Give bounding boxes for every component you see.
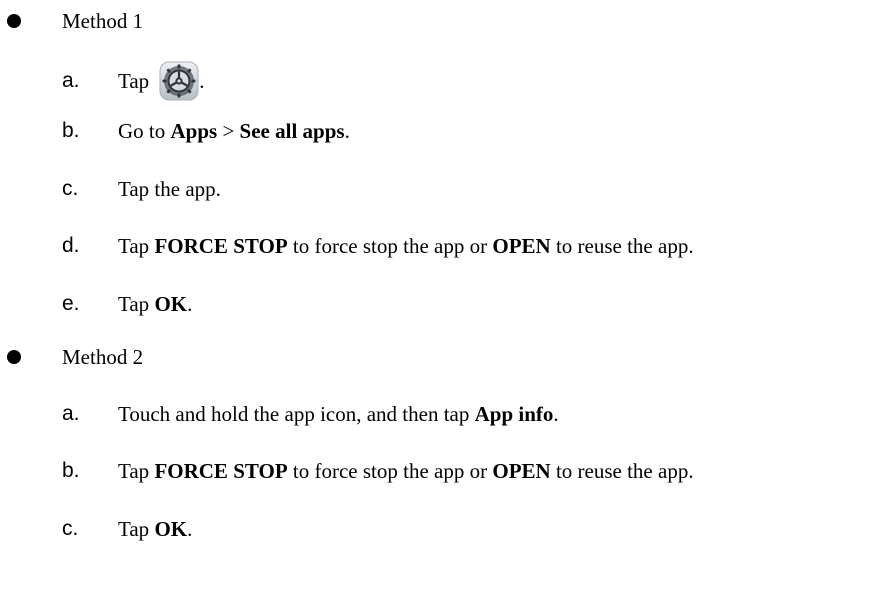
step-text-part: Tap <box>118 516 155 541</box>
step-text-part: Tap <box>118 291 155 316</box>
step-text-bold: OPEN <box>492 458 551 483</box>
step-letter: d. <box>62 234 80 257</box>
step-letter: a. <box>62 69 80 92</box>
step-text-bold: Apps <box>170 118 218 143</box>
step-text-part: . <box>199 68 205 93</box>
step-text: Tap OK . <box>118 292 192 317</box>
step-letter: a. <box>62 402 80 425</box>
step-text: Tap the app. <box>118 177 221 202</box>
step-letter: b. <box>62 119 80 142</box>
step-text-bold: OK <box>154 516 188 541</box>
bullet-icon <box>7 14 21 28</box>
method-1-label: Method 1 <box>62 8 144 33</box>
document-page: Method 1 a. Tap . b. Go to Apps > See al… <box>0 0 890 593</box>
step-text: Go to Apps > See all apps . <box>118 119 350 144</box>
step-text-part: Touch and hold the app icon, and then ta… <box>118 401 475 426</box>
step-text-part: . <box>344 118 350 143</box>
step-text-part: Go to <box>118 118 171 143</box>
step-text-part: > <box>217 118 240 143</box>
step-text: Tap OK . <box>118 517 192 542</box>
step-text-part: Tap <box>118 458 155 483</box>
bullet-icon <box>7 350 21 364</box>
step-letter: b. <box>62 459 80 482</box>
step-text-bold: App info <box>474 401 554 426</box>
step-letter: c. <box>62 177 79 200</box>
step-text: Touch and hold the app icon, and then ta… <box>118 402 559 427</box>
step-text-bold: OPEN <box>492 233 551 258</box>
step-text-part: to reuse the app. <box>550 233 694 258</box>
step-text-part: Tap <box>118 233 155 258</box>
step-text-part: . <box>187 516 193 541</box>
step-text-part: to force stop the app or <box>287 233 493 258</box>
method-2-label: Method 2 <box>62 344 144 369</box>
step-text: Tap FORCE STOP to force stop the app or … <box>118 234 694 259</box>
step-text: Tap FORCE STOP to force stop the app or … <box>118 459 694 484</box>
step-text-part: . <box>553 401 559 426</box>
step-text-part: . <box>187 291 193 316</box>
step-letter: c. <box>62 517 79 540</box>
settings-gear-icon <box>159 61 199 101</box>
step-text-bold: FORCE STOP <box>154 458 288 483</box>
step-text-part: Tap the app. <box>118 176 221 201</box>
step-text-bold: See all apps <box>239 118 345 143</box>
step-text-part: to force stop the app or <box>287 458 493 483</box>
step-text: Tap . <box>118 61 204 101</box>
step-text-part: to reuse the app. <box>550 458 694 483</box>
step-text-part: Tap <box>118 68 150 93</box>
step-text-bold: OK <box>154 291 188 316</box>
step-text-bold: FORCE STOP <box>154 233 288 258</box>
step-letter: e. <box>62 292 80 315</box>
